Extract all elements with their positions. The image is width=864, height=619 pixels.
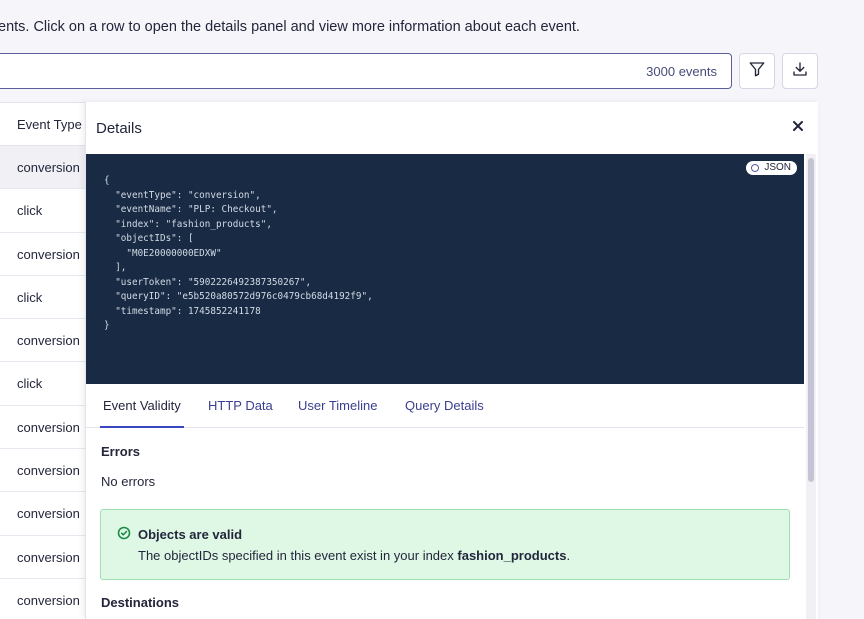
scrollbar-thumb[interactable] bbox=[808, 158, 814, 482]
alert-text-prefix: The objectIDs specified in this event ex… bbox=[138, 548, 458, 563]
index-name: fashion_products bbox=[457, 548, 567, 563]
tab-event-validity[interactable]: Event Validity bbox=[103, 398, 181, 413]
details-panel: Details { "eventType": "conversion", "ev… bbox=[85, 102, 818, 619]
alert-text-suffix: . bbox=[566, 548, 571, 563]
close-icon bbox=[791, 120, 805, 137]
alert-title: Objects are valid bbox=[138, 527, 243, 542]
table-row[interactable]: conversion bbox=[0, 406, 90, 450]
table-row[interactable]: conversion bbox=[0, 492, 90, 536]
active-tab-indicator bbox=[100, 426, 184, 428]
table-row[interactable]: click bbox=[0, 362, 90, 406]
tab-http-data[interactable]: HTTP Data bbox=[208, 398, 273, 413]
table-row[interactable]: conversion bbox=[0, 319, 90, 363]
destinations-heading: Destinations bbox=[101, 595, 180, 610]
close-button[interactable] bbox=[791, 119, 805, 133]
table-row[interactable]: conversion bbox=[0, 536, 90, 579]
tab-query-details[interactable]: Query Details bbox=[405, 398, 484, 413]
json-content: { "eventType": "conversion", "eventName"… bbox=[104, 175, 373, 331]
filter-icon bbox=[748, 60, 766, 83]
tab-user-timeline[interactable]: User Timeline bbox=[298, 398, 377, 413]
page-description: ents. Click on a row to open the details… bbox=[0, 19, 580, 35]
events-table: Event Type conversion click conversion c… bbox=[0, 102, 90, 619]
table-row[interactable]: conversion bbox=[0, 449, 90, 493]
table-row[interactable]: click bbox=[0, 276, 90, 320]
alert-message: The objectIDs specified in this event ex… bbox=[138, 548, 570, 563]
json-code-block: { "eventType": "conversion", "eventName"… bbox=[86, 154, 804, 384]
download-button[interactable] bbox=[782, 53, 818, 89]
details-title: Details bbox=[96, 120, 142, 137]
filter-button[interactable] bbox=[739, 53, 775, 89]
errors-heading: Errors bbox=[101, 444, 141, 459]
json-format-toggle[interactable]: JSON bbox=[746, 161, 797, 175]
download-icon bbox=[791, 60, 809, 83]
objects-valid-alert: Objects are valid The objectIDs specifie… bbox=[100, 509, 790, 580]
event-count: 3000 events bbox=[646, 64, 717, 79]
search-input[interactable]: 3000 events bbox=[0, 53, 732, 89]
errors-message: No errors bbox=[101, 474, 156, 489]
details-tabs: Event Validity HTTP Data User Timeline Q… bbox=[86, 384, 804, 428]
table-row[interactable]: conversion bbox=[0, 579, 90, 619]
panel-scrollbar[interactable] bbox=[806, 154, 816, 619]
table-row[interactable]: conversion bbox=[0, 233, 90, 276]
table-row[interactable]: conversion bbox=[0, 146, 90, 190]
column-header-event-type[interactable]: Event Type bbox=[0, 103, 90, 146]
check-circle-icon bbox=[117, 526, 131, 540]
table-row[interactable]: click bbox=[0, 189, 90, 233]
